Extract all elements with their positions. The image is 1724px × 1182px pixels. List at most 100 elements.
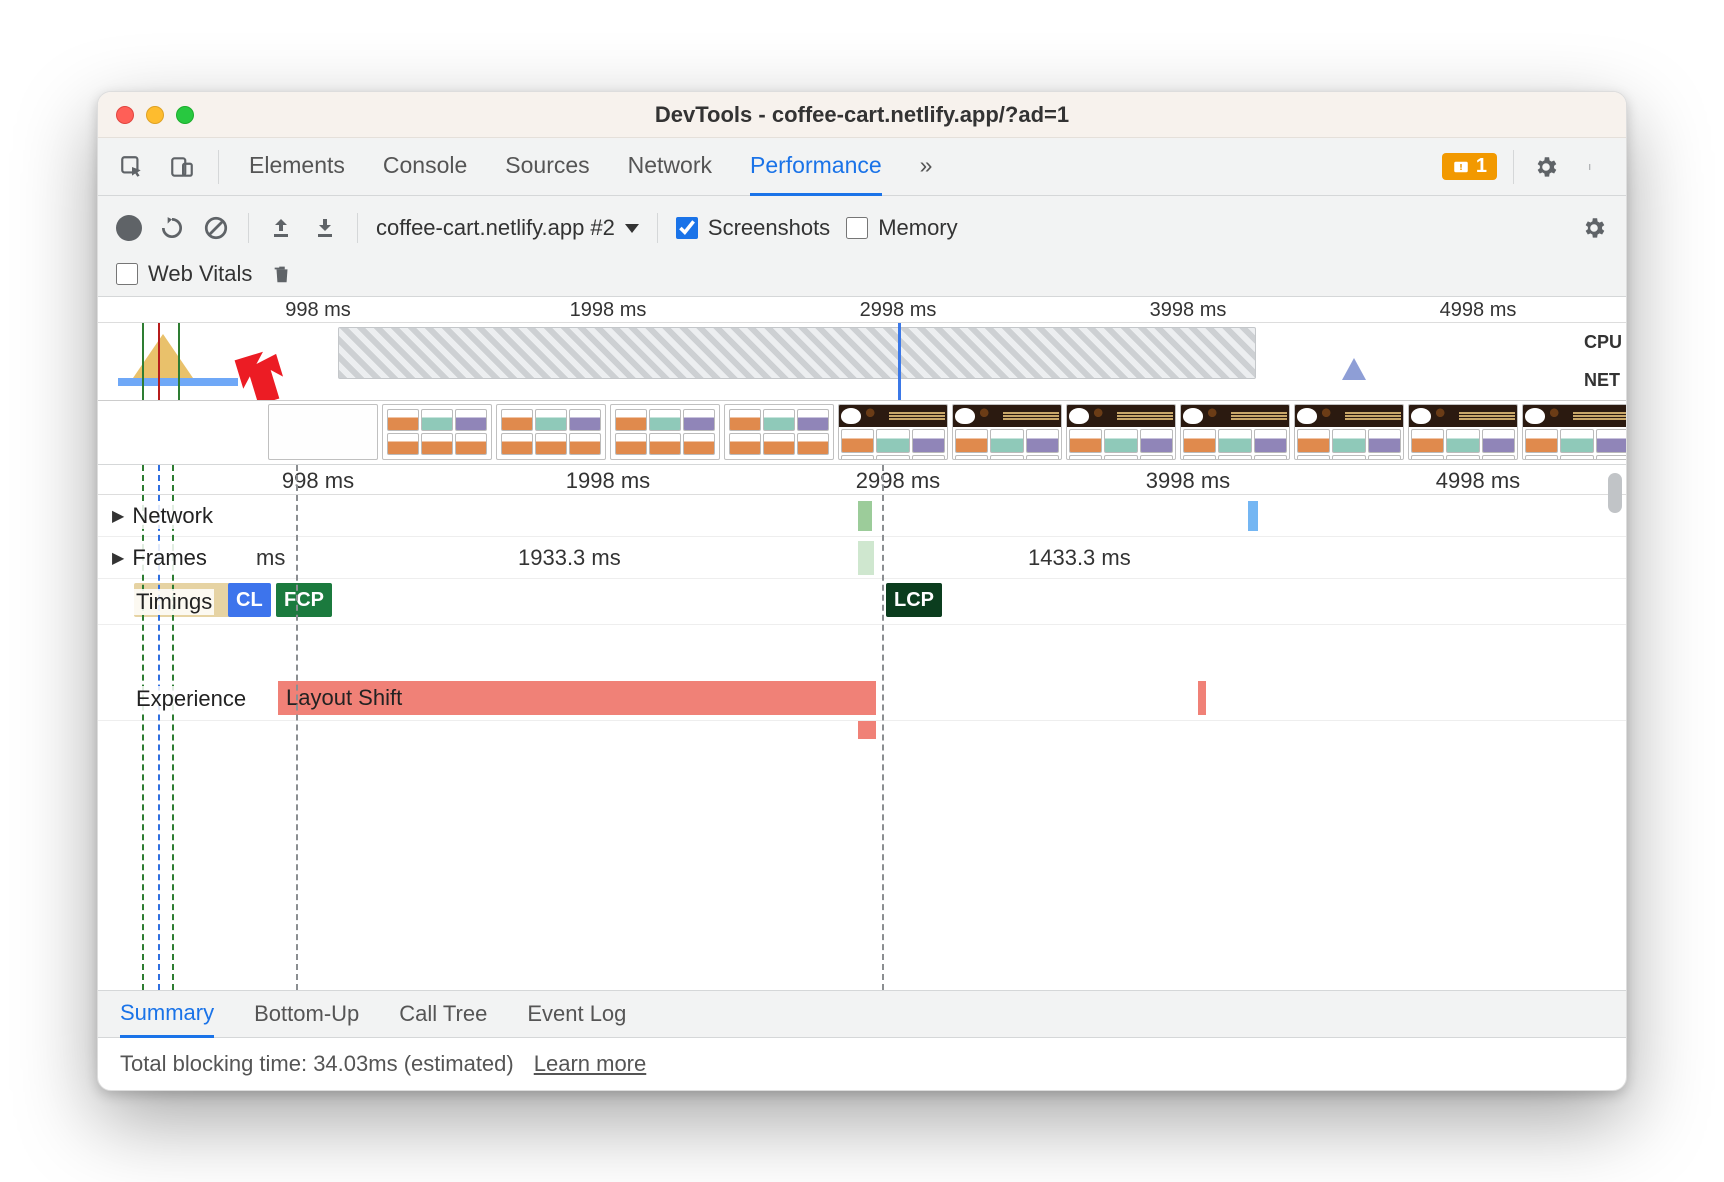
annotation-arrow-icon bbox=[218, 341, 298, 401]
memory-checkbox[interactable] bbox=[846, 217, 868, 239]
tab-console[interactable]: Console bbox=[383, 138, 467, 196]
overview-pane[interactable]: 998 ms 1998 ms 2998 ms 3998 ms 4998 ms C… bbox=[98, 297, 1626, 465]
screenshot-thumb[interactable] bbox=[1522, 404, 1626, 460]
overview-net-label: NET bbox=[1584, 370, 1622, 391]
screenshots-filmstrip[interactable] bbox=[98, 401, 1626, 465]
window-title: DevTools - coffee-cart.netlify.app/?ad=1 bbox=[98, 102, 1626, 128]
screenshots-toggle[interactable]: Screenshots bbox=[676, 215, 830, 241]
expand-caret-icon[interactable]: ▶ bbox=[112, 548, 124, 568]
reload-button[interactable] bbox=[158, 214, 186, 242]
layout-shift-bar[interactable] bbox=[858, 721, 876, 739]
tab-network[interactable]: Network bbox=[628, 138, 712, 196]
overview-chart[interactable]: CPU NET bbox=[98, 323, 1626, 401]
track-experience-sub bbox=[98, 721, 1626, 741]
track-label: Frames bbox=[130, 545, 209, 571]
screenshot-thumb[interactable] bbox=[1180, 404, 1290, 460]
profile-selector[interactable]: coffee-cart.netlify.app #2 bbox=[376, 215, 639, 241]
screenshot-thumb[interactable] bbox=[1066, 404, 1176, 460]
fcp-marker[interactable]: FCP bbox=[276, 583, 332, 617]
track-spacer bbox=[98, 625, 1626, 677]
marker-dashed bbox=[882, 465, 884, 990]
issues-count: 1 bbox=[1476, 155, 1487, 178]
overview-ruler[interactable]: 998 ms 1998 ms 2998 ms 3998 ms 4998 ms bbox=[98, 297, 1626, 323]
clear-button[interactable] bbox=[202, 214, 230, 242]
more-menu-icon[interactable] bbox=[1576, 151, 1608, 183]
web-vitals-checkbox[interactable] bbox=[116, 263, 138, 285]
ruler-tick: 1998 ms bbox=[566, 468, 650, 494]
ruler-tick: 4998 ms bbox=[1440, 299, 1517, 322]
learn-more-link[interactable]: Learn more bbox=[534, 1051, 647, 1077]
track-network[interactable]: ▶ Network bbox=[98, 495, 1626, 537]
track-frames[interactable]: ▶ Frames ms 1933.3 ms 1433.3 ms bbox=[98, 537, 1626, 579]
frame-duration: ms bbox=[256, 545, 285, 571]
inspect-element-icon[interactable] bbox=[116, 151, 148, 183]
lcp-marker[interactable]: LCP bbox=[886, 583, 942, 617]
ruler-tick: 3998 ms bbox=[1150, 299, 1227, 322]
flamechart-pane[interactable]: 998 ms 1998 ms 2998 ms 3998 ms 4998 ms ▶… bbox=[98, 465, 1626, 990]
screenshot-thumb[interactable] bbox=[1294, 404, 1404, 460]
screenshots-checkbox[interactable] bbox=[676, 217, 698, 239]
window-titlebar: DevTools - coffee-cart.netlify.app/?ad=1 bbox=[98, 92, 1626, 138]
performance-toolbar: coffee-cart.netlify.app #2 Screenshots M… bbox=[98, 196, 1626, 297]
screenshot-thumb[interactable] bbox=[610, 404, 720, 460]
cpu-spike-small bbox=[1342, 358, 1366, 380]
tab-performance[interactable]: Performance bbox=[750, 138, 882, 196]
capture-settings-icon[interactable] bbox=[1580, 214, 1608, 242]
layout-shift-bar[interactable] bbox=[1198, 681, 1206, 715]
subtab-event-log[interactable]: Event Log bbox=[527, 1001, 626, 1027]
subtab-call-tree[interactable]: Call Tree bbox=[399, 1001, 487, 1027]
track-experience[interactable]: Experience Layout Shift bbox=[98, 677, 1626, 721]
screenshot-thumb[interactable] bbox=[1408, 404, 1518, 460]
scrollbar-thumb[interactable] bbox=[1608, 473, 1622, 513]
screenshot-thumb[interactable] bbox=[838, 404, 948, 460]
issues-badge[interactable]: 1 bbox=[1442, 153, 1497, 180]
download-profile-icon[interactable] bbox=[311, 214, 339, 242]
ruler-tick: 1998 ms bbox=[570, 299, 647, 322]
screenshot-thumb[interactable] bbox=[952, 404, 1062, 460]
track-timings[interactable]: Timings CL FCP LCP bbox=[98, 579, 1626, 625]
track-label: Network bbox=[130, 503, 215, 529]
network-event[interactable] bbox=[1248, 501, 1258, 531]
zoom-window-button[interactable] bbox=[176, 106, 194, 124]
marker-line bbox=[158, 323, 160, 400]
detail-ruler[interactable]: 998 ms 1998 ms 2998 ms 3998 ms 4998 ms bbox=[98, 465, 1626, 495]
selection-line bbox=[898, 323, 901, 400]
tab-overflow[interactable]: » bbox=[920, 138, 933, 196]
profile-name: coffee-cart.netlify.app #2 bbox=[376, 215, 615, 241]
track-label: Timings bbox=[134, 589, 214, 615]
screenshot-thumb[interactable] bbox=[268, 404, 378, 460]
tab-elements[interactable]: Elements bbox=[249, 138, 345, 196]
ruler-tick: 2998 ms bbox=[856, 468, 940, 494]
upload-profile-icon[interactable] bbox=[267, 214, 295, 242]
device-toolbar-icon[interactable] bbox=[166, 151, 198, 183]
minimize-window-button[interactable] bbox=[146, 106, 164, 124]
ruler-tick: 998 ms bbox=[285, 299, 351, 322]
overview-cpu-label: CPU bbox=[1584, 332, 1622, 353]
close-window-button[interactable] bbox=[116, 106, 134, 124]
frame-marker[interactable] bbox=[858, 541, 874, 575]
subtab-summary[interactable]: Summary bbox=[120, 990, 214, 1038]
summary-bar: Total blocking time: 34.03ms (estimated)… bbox=[98, 1038, 1626, 1090]
marker-dashed bbox=[296, 465, 298, 990]
devtools-window: DevTools - coffee-cart.netlify.app/?ad=1… bbox=[97, 91, 1627, 1091]
network-event[interactable] bbox=[858, 501, 872, 531]
web-vitals-toggle[interactable]: Web Vitals bbox=[116, 261, 252, 287]
frame-duration: 1933.3 ms bbox=[518, 545, 621, 571]
subtab-bottom-up[interactable]: Bottom-Up bbox=[254, 1001, 359, 1027]
track-label: Experience bbox=[134, 686, 248, 712]
expand-caret-icon[interactable]: ▶ bbox=[112, 506, 124, 526]
ruler-tick: 3998 ms bbox=[1146, 468, 1230, 494]
details-tabbar: Summary Bottom-Up Call Tree Event Log bbox=[98, 990, 1626, 1038]
screenshot-thumb[interactable] bbox=[382, 404, 492, 460]
tab-sources[interactable]: Sources bbox=[505, 138, 589, 196]
settings-icon[interactable] bbox=[1530, 151, 1562, 183]
screenshot-thumb[interactable] bbox=[496, 404, 606, 460]
delete-profile-icon[interactable] bbox=[268, 260, 296, 288]
layout-shift-bar[interactable]: Layout Shift bbox=[278, 681, 876, 715]
screenshot-thumb[interactable] bbox=[724, 404, 834, 460]
ruler-tick: 998 ms bbox=[282, 468, 354, 494]
memory-toggle[interactable]: Memory bbox=[846, 215, 957, 241]
record-button[interactable] bbox=[116, 215, 142, 241]
frame-duration: 1433.3 ms bbox=[1028, 545, 1131, 571]
cls-marker[interactable]: CL bbox=[228, 583, 271, 617]
